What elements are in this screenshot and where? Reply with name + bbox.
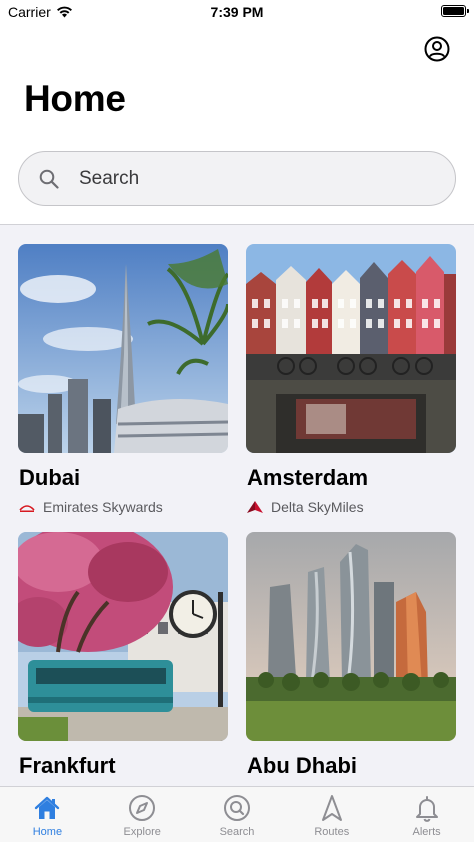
tab-alerts[interactable]: Alerts	[379, 787, 474, 842]
house-icon	[35, 796, 60, 819]
battery-level	[443, 7, 464, 15]
tab-explore[interactable]: Explore	[95, 787, 190, 842]
airline-program: Delta SkyMiles	[246, 499, 456, 515]
magnifier-icon	[223, 795, 250, 821]
status-bar: Carrier 7:39 PM	[0, 0, 474, 24]
compass-icon	[129, 795, 156, 821]
navigation-arrow-icon	[321, 795, 342, 821]
bell-icon	[415, 796, 438, 822]
destination-card-dubai[interactable]: Dubai Emirates Skywards	[18, 244, 228, 515]
tab-label: Search	[219, 826, 255, 838]
tab-label: Routes	[314, 826, 350, 838]
airline-program: Emirates Skywards	[18, 499, 228, 515]
destination-photo	[18, 532, 228, 741]
search-bar[interactable]	[18, 151, 456, 206]
battery-icon	[441, 5, 469, 17]
emirates-logo-icon	[19, 505, 35, 512]
delta-logo-icon	[247, 501, 263, 513]
destination-photo	[18, 244, 228, 453]
destination-photo	[246, 244, 456, 453]
destination-city: Amsterdam	[247, 465, 369, 490]
profile-icon[interactable]	[424, 36, 450, 62]
search-input[interactable]	[79, 167, 419, 190]
page-title: Home	[24, 78, 126, 119]
destination-grid: Dubai Emirates Skywards Amsterdam Delta …	[0, 225, 474, 786]
tab-label: Home	[32, 826, 63, 838]
clock: 7:39 PM	[210, 4, 264, 20]
tab-search[interactable]: Search	[190, 787, 285, 842]
destination-city: Abu Dhabi	[247, 753, 357, 778]
airline-program-label: Emirates Skywards	[43, 499, 163, 515]
airline-program-label: Delta SkyMiles	[271, 499, 364, 515]
tab-label: Explore	[123, 826, 161, 838]
tab-label: Alerts	[412, 826, 441, 838]
destination-card-abu-dhabi[interactable]: Abu Dhabi	[246, 532, 456, 779]
destination-city: Dubai	[19, 465, 81, 490]
tab-bar: Home Explore Search Routes Alerts	[0, 786, 474, 842]
destination-card-frankfurt[interactable]: Frankfurt	[18, 532, 228, 779]
tab-routes[interactable]: Routes	[284, 787, 379, 842]
tab-home[interactable]: Home	[0, 787, 95, 842]
destination-city: Frankfurt	[19, 753, 116, 778]
search-icon	[39, 169, 59, 189]
destination-photo	[246, 532, 456, 741]
destination-card-amsterdam[interactable]: Amsterdam Delta SkyMiles	[246, 244, 456, 515]
